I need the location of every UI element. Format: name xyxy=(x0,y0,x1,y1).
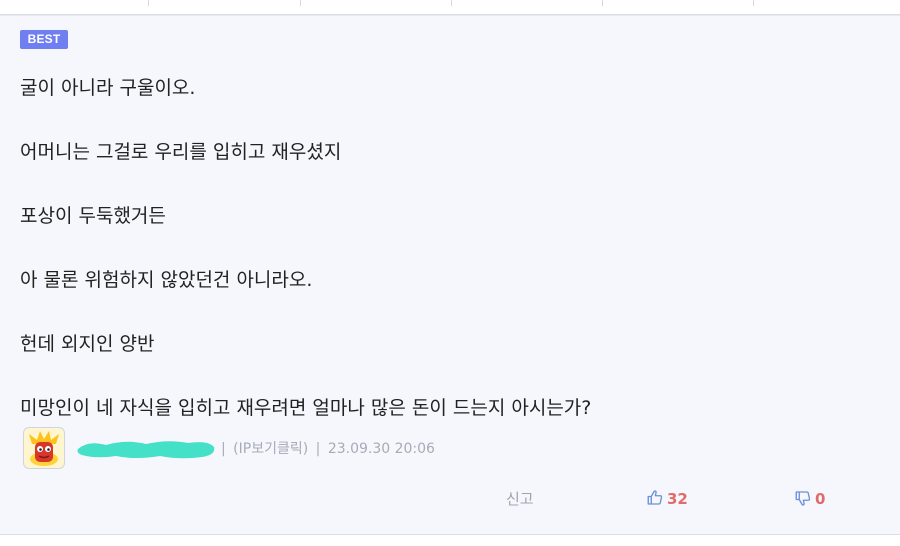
comment-text-line: 미망인이 네 자식을 입히고 재우려면 얼마나 많은 돈이 드는지 아시는가? xyxy=(20,397,592,419)
report-button[interactable]: 신고 xyxy=(506,488,534,510)
like-button[interactable]: 32 xyxy=(646,488,688,510)
thumbs-down-icon xyxy=(795,491,811,506)
top-tab-strip xyxy=(0,0,900,15)
comment-text-line: 어머니는 그걸로 우리를 입히고 재우셨지 xyxy=(20,141,342,163)
tab-divider xyxy=(148,0,149,6)
comment-date: 23.09.30 20:06 xyxy=(327,441,435,457)
comment-text-line: 헌데 외지인 양반 xyxy=(20,333,155,355)
ip-view-link[interactable]: (IP보기클릭) xyxy=(233,441,308,457)
censored-nickname xyxy=(77,441,215,459)
comment-text-line: 아 물론 위험하지 않았던건 아니라오. xyxy=(20,269,313,291)
tab-divider xyxy=(300,0,301,6)
comment-text-line: 포상이 두둑했거든 xyxy=(20,205,166,227)
dislike-button[interactable]: 0 xyxy=(794,488,825,510)
comment-text-line: 굴이 아니라 구울이오. xyxy=(20,77,196,99)
like-count: 32 xyxy=(667,490,688,508)
meta-separator: | xyxy=(315,441,321,457)
comment-meta: | (IP보기클릭) | 23.09.30 20:06 xyxy=(218,440,435,458)
thumbs-up-icon xyxy=(647,490,663,505)
character-avatar-icon[interactable] xyxy=(23,427,65,469)
meta-separator: | xyxy=(221,441,226,457)
best-badge: BEST xyxy=(20,30,68,49)
tab-divider xyxy=(753,0,754,6)
tab-divider xyxy=(451,0,452,6)
bottom-divider xyxy=(0,534,900,546)
dislike-count: 0 xyxy=(815,490,826,508)
tab-divider xyxy=(602,0,603,6)
